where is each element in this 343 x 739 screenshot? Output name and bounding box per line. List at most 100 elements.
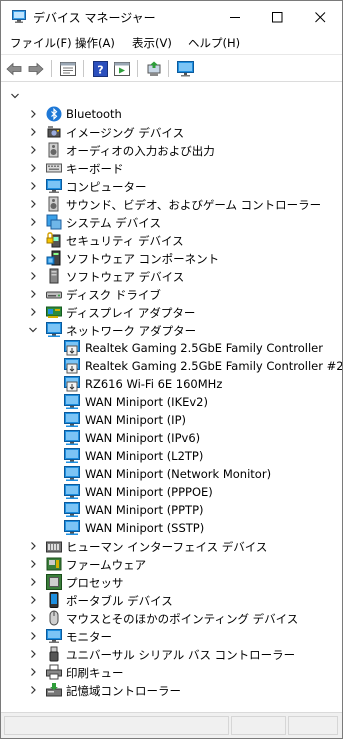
tree-device[interactable]: RZ616 Wi-Fi 6E 160MHz: [1, 375, 342, 393]
chevron-right-icon[interactable]: [28, 271, 38, 281]
tree-device[interactable]: WAN Miniport (IPv6): [1, 429, 342, 447]
tree-item-label: WAN Miniport (Network Monitor): [85, 467, 272, 481]
menu-help[interactable]: ヘルプ(H): [188, 35, 240, 51]
device-tree: Bluetooth イメージング デバイス オーディオの入力および出力 キーボード コン…: [1, 83, 342, 711]
tree-item-label: プロセッサ: [66, 576, 124, 590]
menu-view[interactable]: 表示(V): [132, 35, 172, 51]
chevron-right-icon[interactable]: [28, 109, 38, 119]
run-button[interactable]: [112, 59, 132, 79]
chevron-right-icon[interactable]: [28, 181, 38, 191]
update-driver-button[interactable]: [144, 59, 164, 79]
tree-category[interactable]: ソフトウェア デバイス: [1, 267, 342, 285]
chevron-right-icon[interactable]: [28, 613, 38, 623]
tree-category[interactable]: モニター: [1, 627, 342, 645]
chevron-right-icon[interactable]: [28, 127, 38, 137]
chevron-right-icon[interactable]: [28, 163, 38, 173]
menu-file[interactable]: ファイル(F): [10, 35, 72, 51]
update-driver-icon: [147, 61, 161, 76]
forward-button[interactable]: [26, 59, 46, 79]
tree-category[interactable]: ディスプレイ アダプター: [1, 303, 342, 321]
chevron-right-icon[interactable]: [28, 559, 38, 569]
chevron-right-icon[interactable]: [28, 289, 38, 299]
properties-button[interactable]: [58, 59, 78, 79]
chevron-down-icon[interactable]: [28, 325, 38, 335]
tree-category[interactable]: マウスとそのほかのポインティング デバイス: [1, 609, 342, 627]
tree-category[interactable]: オーディオの入力および出力: [1, 141, 342, 159]
tree-item-label: ソフトウェア デバイス: [66, 270, 185, 284]
tree-device[interactable]: WAN Miniport (IKEv2): [1, 393, 342, 411]
tree-category[interactable]: ネットワーク アダプター: [1, 321, 342, 339]
tree-category[interactable]: セキュリティ デバイス: [1, 231, 342, 249]
tree-device[interactable]: Realtek Gaming 2.5GbE Family Controller: [1, 339, 342, 357]
tree-category[interactable]: ファームウェア: [1, 555, 342, 573]
tree-device[interactable]: WAN Miniport (PPTP): [1, 501, 342, 519]
minimize-icon: [229, 16, 240, 18]
chevron-right-icon[interactable]: [28, 253, 38, 263]
chevron-right-icon[interactable]: [28, 595, 38, 605]
properties-icon: [60, 62, 76, 76]
maximize-button[interactable]: [256, 1, 298, 33]
tree-device[interactable]: WAN Miniport (L2TP): [1, 447, 342, 465]
tree-item-label: ファームウェア: [66, 558, 147, 572]
close-button[interactable]: [299, 1, 341, 33]
speaker-icon: [46, 142, 62, 158]
chevron-right-icon[interactable]: [28, 685, 38, 695]
tree-category[interactable]: ヒューマン インターフェイス デバイス: [1, 537, 342, 555]
mouse-icon: [46, 610, 62, 626]
tree-category[interactable]: プロセッサ: [1, 573, 342, 591]
chevron-right-icon[interactable]: [28, 631, 38, 641]
minimize-button[interactable]: [214, 1, 256, 33]
status-cell-3: [288, 716, 338, 735]
chevron-right-icon[interactable]: [28, 667, 38, 677]
menu-action[interactable]: 操作(A): [75, 35, 115, 51]
tree-category[interactable]: ポータブル デバイス: [1, 591, 342, 609]
chevron-right-icon[interactable]: [28, 307, 38, 317]
chevron-right-icon[interactable]: [28, 649, 38, 659]
firmware-icon: [46, 556, 62, 572]
portable-device-icon: [46, 592, 62, 608]
usb-icon: [46, 646, 62, 662]
tree-item-label: システム デバイス: [66, 216, 161, 230]
disk-drive-icon: [46, 286, 62, 302]
tree-category[interactable]: ディスク ドライブ: [1, 285, 342, 303]
tree-item-label: Realtek Gaming 2.5GbE Family Controller …: [85, 359, 342, 373]
scan-hardware-button[interactable]: [175, 59, 195, 79]
back-button[interactable]: [4, 59, 24, 79]
chevron-down-icon[interactable]: [10, 91, 20, 101]
tree-category[interactable]: システム デバイス: [1, 213, 342, 231]
chevron-right-icon[interactable]: [28, 145, 38, 155]
chevron-right-icon[interactable]: [28, 199, 38, 209]
tree-category[interactable]: 印刷キュー: [1, 663, 342, 681]
tree-category[interactable]: 記憶域コントローラー: [1, 681, 342, 699]
title-bar[interactable]: デバイス マネージャー: [1, 1, 342, 33]
hid-icon: [46, 538, 62, 554]
tree-category[interactable]: Bluetooth: [1, 105, 342, 123]
software-component-icon: [46, 250, 62, 266]
network-adapter-icon: [64, 466, 80, 482]
tree-category[interactable]: コンピューター: [1, 177, 342, 195]
tree-category[interactable]: キーボード: [1, 159, 342, 177]
tree-root[interactable]: [1, 87, 342, 105]
tree-category[interactable]: ユニバーサル シリアル バス コントローラー: [1, 645, 342, 663]
network-card-icon: [64, 376, 80, 392]
tree-device[interactable]: WAN Miniport (IP): [1, 411, 342, 429]
help-icon: ?: [92, 61, 108, 77]
tree-item-label: イメージング デバイス: [66, 126, 185, 140]
chevron-right-icon[interactable]: [28, 541, 38, 551]
chevron-right-icon[interactable]: [28, 217, 38, 227]
chevron-right-icon[interactable]: [28, 577, 38, 587]
storage-controller-icon: [46, 682, 62, 698]
chevron-right-icon[interactable]: [28, 235, 38, 245]
tree-item-label: セキュリティ デバイス: [66, 234, 184, 248]
tree-category[interactable]: ソフトウェア コンポーネント: [1, 249, 342, 267]
menu-bar: ファイル(F) 操作(A) 表示(V) ヘルプ(H): [1, 33, 342, 53]
tree-device[interactable]: WAN Miniport (PPPOE): [1, 483, 342, 501]
tree-category[interactable]: サウンド、ビデオ、およびゲーム コントローラー: [1, 195, 342, 213]
tree-device[interactable]: WAN Miniport (SSTP): [1, 519, 342, 537]
tree-device[interactable]: Realtek Gaming 2.5GbE Family Controller …: [1, 357, 342, 375]
tree-item-label: 記憶域コントローラー: [66, 684, 181, 698]
tree-category[interactable]: イメージング デバイス: [1, 123, 342, 141]
help-button[interactable]: ?: [90, 59, 110, 79]
status-cell-main: [4, 716, 229, 735]
tree-device[interactable]: WAN Miniport (Network Monitor): [1, 465, 342, 483]
